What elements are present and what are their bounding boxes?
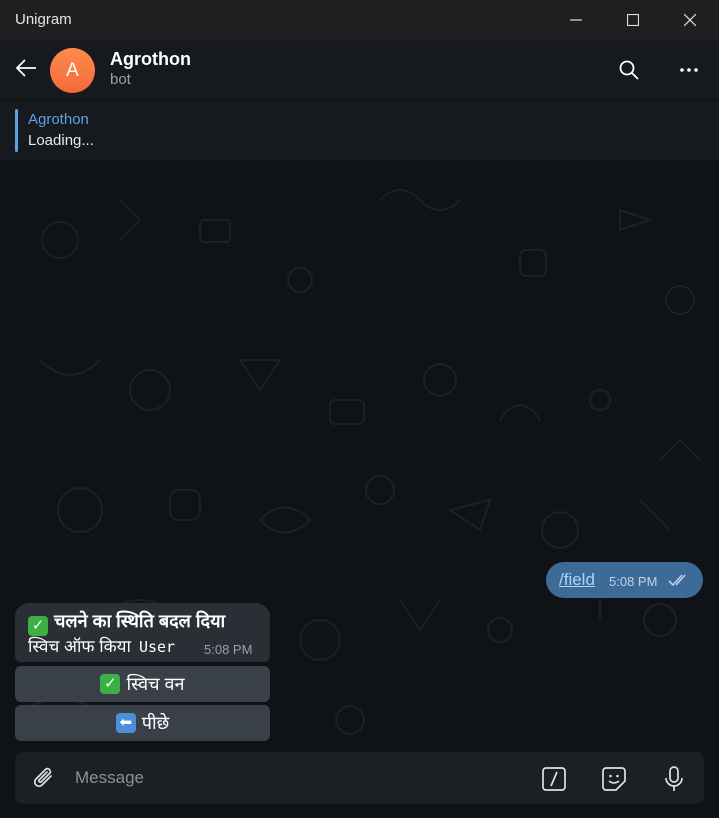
incoming-message[interactable]: ✓ चलने का स्थिति बदल दिया स्विच ऑफ किया Us…	[15, 603, 270, 662]
minimize-button[interactable]	[547, 0, 604, 40]
command-link[interactable]: /field	[559, 570, 595, 590]
slash-command-icon	[542, 767, 566, 791]
paperclip-icon	[34, 767, 52, 788]
maximize-icon	[626, 14, 639, 26]
pinned-bar	[15, 109, 18, 152]
back-arrow-icon	[15, 59, 36, 77]
keyboard-button-label: स्विच वन	[126, 674, 185, 694]
read-checks-icon	[668, 574, 686, 587]
close-icon	[683, 14, 696, 26]
chat-name[interactable]: Agrothon	[110, 49, 191, 70]
chat-status: bot	[110, 71, 131, 88]
microphone-icon	[665, 766, 683, 791]
pinned-title: Agrothon	[28, 111, 89, 128]
chat-header: A Agrothon bot	[0, 40, 719, 100]
check-mark-icon: ✓	[28, 616, 48, 636]
title-bar: Unigram	[0, 0, 719, 40]
message-body: स्विच ऑफ किया	[28, 637, 131, 656]
app-title: Unigram	[15, 11, 72, 28]
message-line-1: ✓ चलने का स्थिति बदल दिया	[28, 609, 225, 636]
more-button[interactable]	[673, 54, 705, 86]
search-button[interactable]	[613, 54, 645, 86]
attach-button[interactable]	[31, 765, 59, 793]
more-icon	[680, 68, 698, 72]
voice-button[interactable]	[659, 764, 689, 794]
message-title: चलने का स्थिति बदल दिया	[54, 611, 226, 631]
sticker-button[interactable]	[599, 764, 629, 794]
minimize-icon	[569, 19, 582, 21]
back-button[interactable]	[10, 52, 42, 84]
message-code: User	[138, 638, 176, 656]
pinned-message[interactable]: Agrothon Loading...	[0, 100, 719, 160]
outgoing-message[interactable]: /field 5:08 PM	[546, 562, 703, 598]
message-time: 5:08 PM	[609, 574, 658, 589]
close-button[interactable]	[661, 0, 718, 40]
message-time: 5:08 PM	[204, 642, 253, 657]
sticker-icon	[602, 767, 626, 791]
keyboard-button-switch-on[interactable]: ✓ स्विच वन	[15, 666, 270, 702]
keyboard-button-label: पीछे	[141, 713, 170, 733]
maximize-button[interactable]	[604, 0, 661, 40]
avatar[interactable]: A	[50, 48, 95, 93]
pinned-text: Loading...	[28, 132, 94, 149]
left-arrow-icon: ⬅	[115, 713, 136, 733]
check-mark-icon: ✓	[100, 674, 121, 694]
search-icon	[619, 60, 639, 80]
message-line-2: स्विच ऑफ किया User	[28, 634, 175, 657]
message-input[interactable]	[75, 766, 495, 790]
composer	[15, 752, 704, 804]
commands-button[interactable]	[539, 764, 569, 794]
keyboard-button-back[interactable]: ⬅ पीछे	[15, 705, 270, 741]
